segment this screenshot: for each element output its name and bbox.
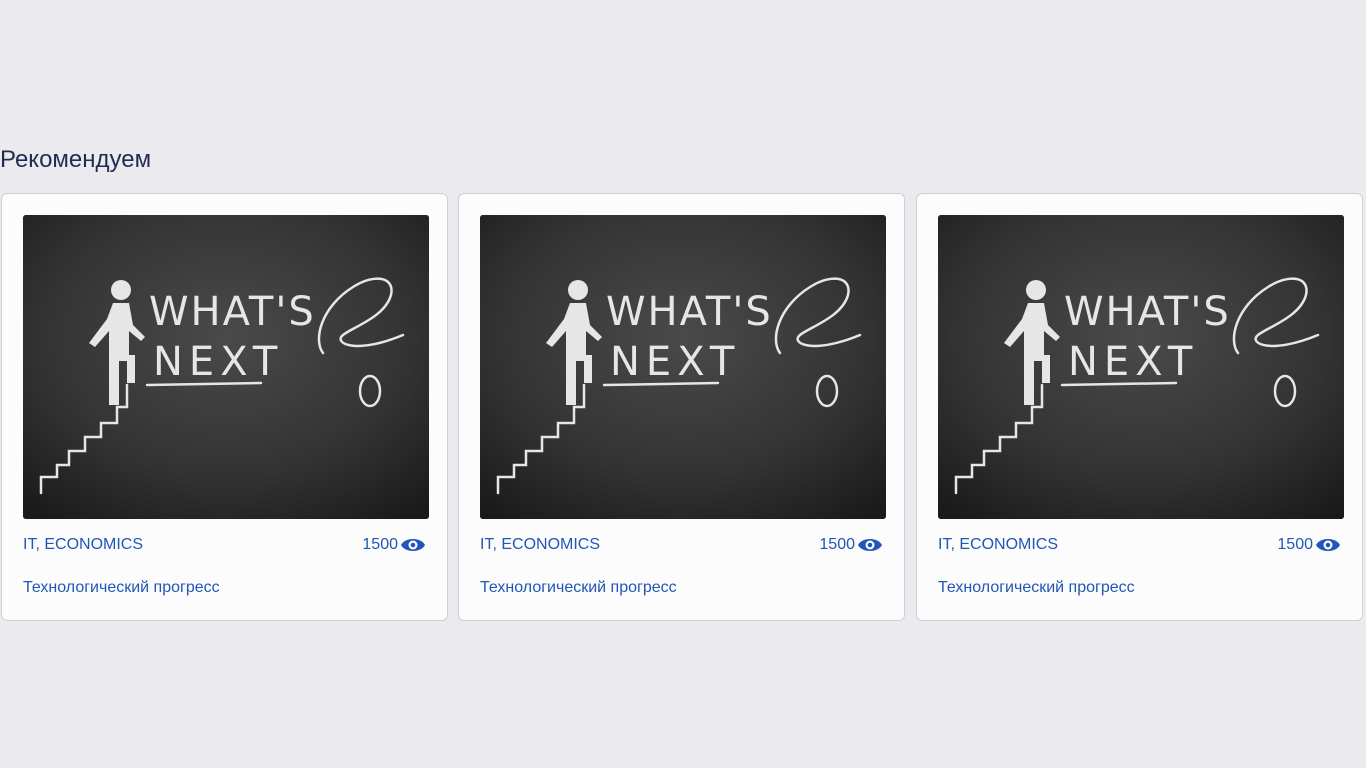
card-meta: IT, ECONOMICS 1500 <box>938 534 1341 556</box>
view-count: 1500 <box>819 534 883 556</box>
article-card[interactable]: WHAT'S NEXT IT, ECONOMICS 1500 Технологи… <box>916 193 1363 621</box>
whats-next-chalkboard-image[interactable]: WHAT'S NEXT <box>938 215 1344 519</box>
next-text: NEXT <box>610 339 740 385</box>
view-count-value: 1500 <box>362 536 398 553</box>
whats-next-chalkboard-image[interactable]: WHAT'S NEXT <box>23 215 429 519</box>
eye-icon <box>1315 534 1341 556</box>
view-count-value: 1500 <box>819 536 855 553</box>
card-tags-link[interactable]: IT, ECONOMICS <box>23 536 143 554</box>
next-text: NEXT <box>1068 339 1198 385</box>
article-card[interactable]: WHAT'S NEXT IT, ECONOMICS 1500 Технологи… <box>1 193 448 621</box>
whats-next-chalkboard-image[interactable]: WHAT'S NEXT <box>480 215 886 519</box>
article-card[interactable]: WHAT'S NEXT IT, ECONOMICS 1500 Технологи… <box>458 193 905 621</box>
whats-text: WHAT'S <box>1064 289 1231 335</box>
card-title-link[interactable]: Технологический прогресс <box>23 579 220 597</box>
eye-icon <box>400 534 426 556</box>
card-tags-link[interactable]: IT, ECONOMICS <box>938 536 1058 554</box>
card-tags-link[interactable]: IT, ECONOMICS <box>480 536 600 554</box>
card-meta: IT, ECONOMICS 1500 <box>480 534 883 556</box>
view-count: 1500 <box>362 534 426 556</box>
eye-icon <box>857 534 883 556</box>
section-title: Рекомендуем <box>0 146 152 173</box>
card-meta: IT, ECONOMICS 1500 <box>23 534 426 556</box>
card-title-link[interactable]: Технологический прогресс <box>938 579 1135 597</box>
whats-text: WHAT'S <box>149 289 316 335</box>
whats-text: WHAT'S <box>606 289 773 335</box>
card-title-link[interactable]: Технологический прогресс <box>480 579 677 597</box>
recommendations-list: WHAT'S NEXT IT, ECONOMICS 1500 Технологи… <box>1 193 1365 623</box>
view-count: 1500 <box>1277 534 1341 556</box>
view-count-value: 1500 <box>1277 536 1313 553</box>
next-text: NEXT <box>153 339 283 385</box>
